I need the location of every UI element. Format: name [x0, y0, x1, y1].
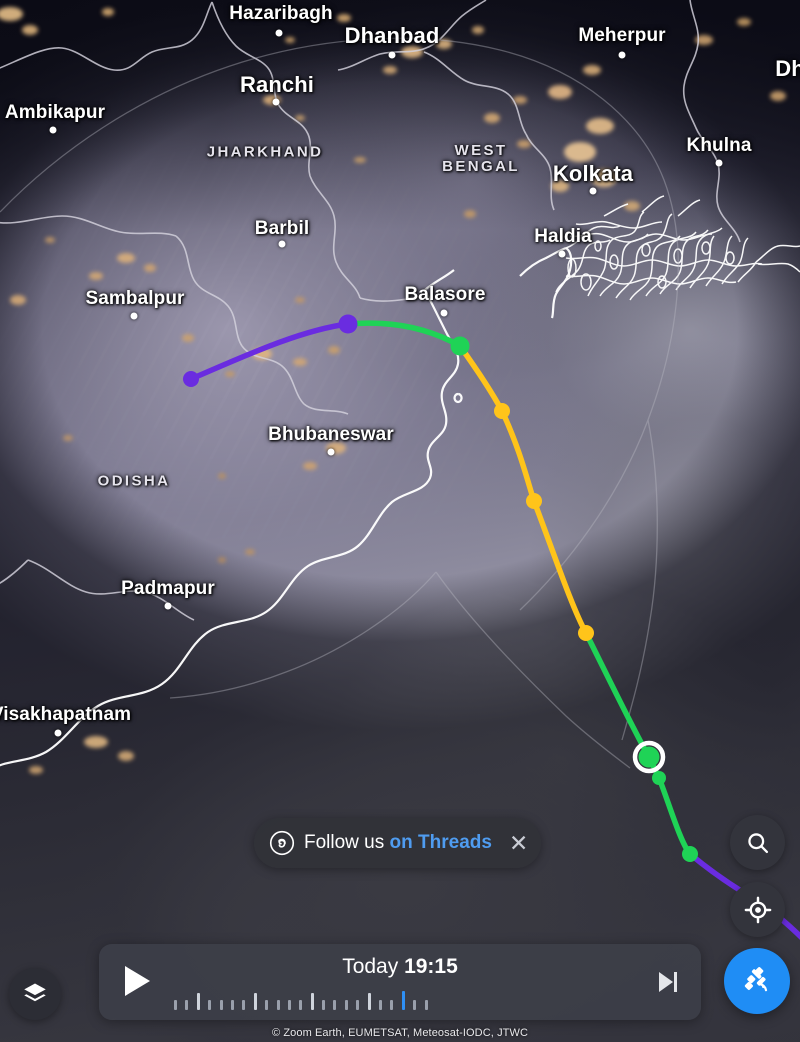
timeline-tick[interactable]: [287, 1000, 291, 1010]
timeline-day-label: Today: [342, 955, 399, 978]
administrative-borders: [0, 0, 741, 621]
city-lights-layer: [0, 7, 786, 774]
timeline-tick[interactable]: [367, 993, 371, 1010]
timeline-tick[interactable]: [401, 991, 405, 1010]
timeline-tick[interactable]: [333, 1000, 337, 1010]
skip-to-end-button[interactable]: [659, 970, 679, 994]
timeline-tick[interactable]: [196, 993, 200, 1010]
timeline-tick[interactable]: [185, 1000, 189, 1010]
track-point: [526, 493, 542, 509]
threads-banner-text-plain: Follow us: [304, 832, 390, 853]
timeline-tick[interactable]: [310, 993, 314, 1010]
skip-triangle-icon: [659, 972, 673, 992]
skip-bar-icon: [674, 972, 677, 992]
crosshair-location-icon: [744, 896, 771, 923]
timeline-tick[interactable]: [219, 1000, 223, 1010]
timeline-timestamp: Today 19:15: [99, 955, 701, 979]
satellite-icon: [744, 967, 768, 992]
track-point: [682, 846, 698, 862]
track-segment-green-2: [583, 630, 693, 857]
timeline-tick[interactable]: [356, 1000, 360, 1010]
track-point: [652, 771, 666, 785]
coastline: [0, 246, 573, 767]
timeline-tick[interactable]: [379, 1000, 383, 1010]
timeline-tick[interactable]: [390, 1000, 394, 1010]
track-segment-yellow: [457, 343, 589, 636]
timeline-tick[interactable]: [208, 1000, 212, 1010]
track-point: [338, 314, 358, 334]
timeline-tick[interactable]: [344, 1000, 348, 1010]
threads-logo-icon: [269, 830, 295, 856]
timeline-tick[interactable]: [242, 1000, 246, 1010]
threads-banner-text-accent: on Threads: [389, 832, 492, 853]
timeline-time-label: 19:15: [404, 955, 458, 978]
track-point: [494, 403, 510, 419]
satellite-layer-button[interactable]: [724, 948, 790, 1014]
timeline-tick[interactable]: [174, 1000, 177, 1010]
zoom-earth-map-app: Hazaribagh Dhanbad Meherpur Dh Ranchi Kh…: [0, 0, 800, 1042]
threads-banner-text: Follow us on Threads: [304, 832, 492, 854]
search-button[interactable]: [730, 815, 785, 870]
track-point: [578, 625, 594, 641]
timeline-tick[interactable]: [253, 993, 257, 1010]
layers-icon: [24, 983, 46, 1002]
locate-button[interactable]: [730, 882, 785, 937]
track-point: [450, 336, 470, 356]
close-icon[interactable]: ✕: [509, 831, 528, 855]
timeline-tick[interactable]: [424, 1000, 428, 1010]
timeline-tick[interactable]: [276, 1000, 280, 1010]
timeline-tick[interactable]: [322, 1000, 326, 1010]
map-attribution: © Zoom Earth, EUMETSAT, Meteosat-IODC, J…: [271, 1027, 529, 1039]
layers-button[interactable]: [9, 968, 61, 1020]
map-vector-layer: [0, 0, 800, 940]
timeline-player: Today 19:15: [99, 944, 701, 1020]
timeline-tick[interactable]: [230, 1000, 234, 1010]
timeline-tick[interactable]: [413, 1000, 417, 1010]
timeline-tick[interactable]: [299, 1000, 303, 1010]
timeline-scrubber[interactable]: [174, 988, 621, 1010]
storm-track-points[interactable]: [183, 314, 698, 863]
search-icon: [747, 832, 768, 853]
threads-promo-banner[interactable]: Follow us on Threads ✕: [254, 818, 542, 868]
timeline-tick[interactable]: [265, 1000, 269, 1010]
track-point: [183, 371, 199, 387]
storm-current-position-marker[interactable]: [632, 740, 666, 774]
